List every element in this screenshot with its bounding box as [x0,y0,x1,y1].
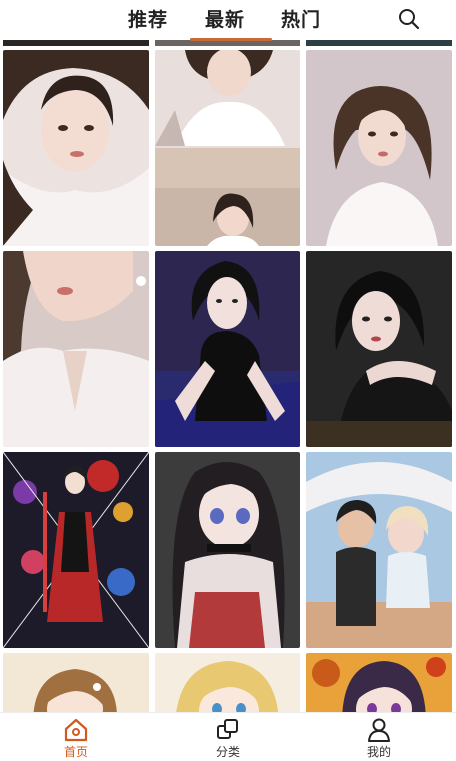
user-icon [368,718,390,742]
wallpaper-tile[interactable] [3,50,149,246]
woman-portrait-image [306,50,452,246]
nav-profile[interactable]: 我的 [334,713,424,761]
anime-girl-autumn-image [306,653,452,712]
woman-portrait-collage-image [155,50,300,246]
wallpaper-tile[interactable] [3,452,149,648]
woman-portrait-closeup-image [3,251,149,447]
tab-latest[interactable]: 最新 [205,5,245,32]
wallpaper-tile[interactable] [155,50,300,246]
wallpaper-grid [0,40,456,712]
nav-profile-label: 我的 [366,745,391,759]
wallpaper-tile[interactable] [155,452,300,648]
bottom-nav: 首页 分类 我的 [0,712,456,761]
nav-category-label: 分类 [215,745,240,759]
anime-couple-beach-image [306,452,452,648]
search-button[interactable] [396,6,422,32]
nav-category[interactable]: 分类 [183,713,273,761]
top-bar: 推荐 最新 热门 [0,0,456,41]
wallpaper-tile[interactable] [306,50,452,246]
wallpaper-tile[interactable] [306,452,452,648]
anime-girl-flowers-image [3,452,149,648]
wallpaper-tile[interactable] [306,251,452,447]
nav-home-label: 首页 [63,745,88,759]
tab-recommend[interactable]: 推荐 [128,5,168,32]
wallpaper-tile[interactable] [155,251,300,447]
wallpaper-tile[interactable] [3,653,149,712]
woman-dark-outfit-image [306,251,452,447]
category-icon [217,719,238,739]
category-tabs: 推荐 最新 热门 [0,0,456,41]
search-icon [399,9,420,30]
nav-home[interactable]: 首页 [31,713,121,761]
wallpaper-tile[interactable] [155,653,300,712]
anime-girl-blonde-image [155,653,300,712]
woman-dark-outfit-image [155,251,300,447]
wallpaper-tile[interactable] [3,251,149,447]
woman-portrait-image [3,50,149,246]
previous-row-peek [0,40,456,47]
anime-girl-image [3,653,149,712]
active-tab-indicator [190,38,272,41]
anime-girl-scarf-image [155,452,300,648]
tab-popular[interactable]: 热门 [281,5,321,32]
wallpaper-tile[interactable] [306,653,452,712]
home-icon [64,718,88,742]
